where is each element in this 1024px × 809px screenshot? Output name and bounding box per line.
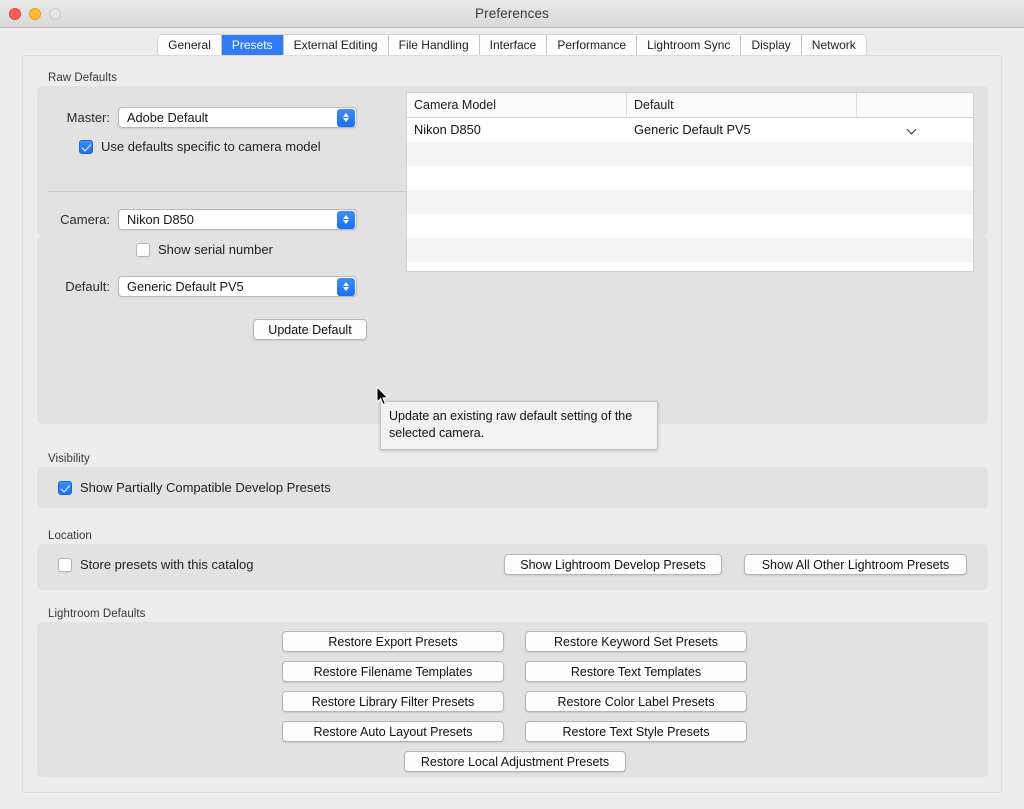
restore-text-templates-button[interactable]: Restore Text Templates [525, 661, 747, 682]
table-row[interactable]: Nikon D850 Generic Default PV5 [407, 118, 973, 142]
restore-color-label-presets-button[interactable]: Restore Color Label Presets [525, 691, 747, 712]
camera-select-value: Nikon D850 [127, 212, 194, 227]
camera-field-row: Camera: Nikon D850 [48, 209, 357, 230]
column-header-camera-model[interactable]: Camera Model [407, 93, 627, 117]
column-header-actions[interactable] [857, 93, 973, 117]
table-row [407, 166, 973, 190]
tab-performance[interactable]: Performance [547, 34, 638, 56]
restore-filename-templates-button[interactable]: Restore Filename Templates [282, 661, 504, 682]
master-field-row: Master: Adobe Default [48, 107, 357, 128]
store-presets-checkbox[interactable] [58, 557, 72, 572]
use-camera-defaults-checkbox[interactable] [79, 139, 93, 154]
default-select-value: Generic Default PV5 [127, 279, 244, 294]
tab-display[interactable]: Display [741, 34, 802, 56]
cell-camera-model: Nikon D850 [414, 122, 481, 137]
camera-label: Camera: [60, 212, 110, 227]
table-row [407, 238, 973, 262]
cell-actions [857, 118, 973, 142]
preferences-window: Preferences General Presets External Edi… [0, 0, 1024, 809]
table-row [407, 214, 973, 238]
camera-select[interactable]: Nikon D850 [118, 209, 357, 230]
restore-auto-layout-presets-button[interactable]: Restore Auto Layout Presets [282, 721, 504, 742]
table-row [407, 262, 973, 271]
show-partially-compatible-checkbox[interactable] [58, 480, 72, 495]
restore-keyword-set-presets-button[interactable]: Restore Keyword Set Presets [525, 631, 747, 652]
lightroom-defaults-group-label: Lightroom Defaults [48, 608, 146, 620]
show-lightroom-develop-presets-button[interactable]: Show Lightroom Develop Presets [504, 554, 722, 575]
tab-general[interactable]: General [158, 34, 222, 56]
tab-lightroom-sync[interactable]: Lightroom Sync [637, 34, 742, 56]
tab-presets[interactable]: Presets [221, 34, 284, 56]
tab-network[interactable]: Network [801, 34, 866, 56]
store-presets-row[interactable]: Store presets with this catalog [58, 557, 253, 572]
visibility-group-label: Visibility [48, 453, 90, 465]
window-title: Preferences [475, 6, 549, 21]
default-field-row: Default: Generic Default PV5 [48, 276, 357, 297]
tab-external-editing[interactable]: External Editing [283, 34, 389, 56]
zoom-button [49, 7, 61, 20]
show-serial-number-checkbox[interactable] [136, 242, 150, 257]
chevron-updown-icon[interactable] [337, 211, 355, 229]
column-header-default[interactable]: Default [627, 93, 857, 117]
preferences-content: Raw Defaults Master: Adobe Default Use d… [22, 55, 1002, 793]
cell-default: Generic Default PV5 [634, 122, 751, 137]
master-select[interactable]: Adobe Default [118, 107, 357, 128]
restore-export-presets-button[interactable]: Restore Export Presets [282, 631, 504, 652]
master-label: Master: [66, 110, 110, 125]
use-camera-defaults-row[interactable]: Use defaults specific to camera model [79, 139, 321, 154]
tab-file-handling[interactable]: File Handling [388, 34, 480, 56]
table-header-row: Camera Model Default [407, 93, 973, 118]
window-titlebar: Preferences [0, 0, 1024, 28]
table-row [407, 190, 973, 214]
default-select[interactable]: Generic Default PV5 [118, 276, 357, 297]
chevron-down-icon[interactable] [908, 126, 917, 131]
use-camera-defaults-label: Use defaults specific to camera model [101, 139, 321, 154]
preferences-tabbar: General Presets External Editing File Ha… [158, 34, 866, 56]
default-label: Default: [65, 279, 110, 294]
camera-defaults-table: Camera Model Default Nikon D850 Generic … [406, 92, 974, 272]
update-default-button[interactable]: Update Default [253, 319, 367, 340]
tab-interface[interactable]: Interface [479, 34, 548, 56]
location-group-label: Location [48, 530, 92, 542]
table-row [407, 142, 973, 166]
restore-text-style-presets-button[interactable]: Restore Text Style Presets [525, 721, 747, 742]
show-partially-compatible-row[interactable]: Show Partially Compatible Develop Preset… [58, 480, 331, 495]
chevron-updown-icon[interactable] [337, 278, 355, 296]
raw-defaults-group-label: Raw Defaults [48, 72, 117, 84]
show-serial-number-label: Show serial number [158, 242, 273, 257]
update-default-tooltip: Update an existing raw default setting o… [380, 401, 658, 450]
close-button[interactable] [9, 7, 21, 20]
show-serial-number-row[interactable]: Show serial number [136, 242, 273, 257]
restore-library-filter-presets-button[interactable]: Restore Library Filter Presets [282, 691, 504, 712]
show-all-other-lightroom-presets-button[interactable]: Show All Other Lightroom Presets [744, 554, 967, 575]
show-partially-compatible-label: Show Partially Compatible Develop Preset… [80, 480, 331, 495]
restore-local-adjustment-presets-button[interactable]: Restore Local Adjustment Presets [404, 751, 626, 772]
chevron-updown-icon[interactable] [337, 109, 355, 127]
master-select-value: Adobe Default [127, 110, 209, 125]
minimize-button[interactable] [29, 7, 41, 20]
traffic-light-controls [9, 0, 61, 27]
store-presets-label: Store presets with this catalog [80, 557, 254, 572]
